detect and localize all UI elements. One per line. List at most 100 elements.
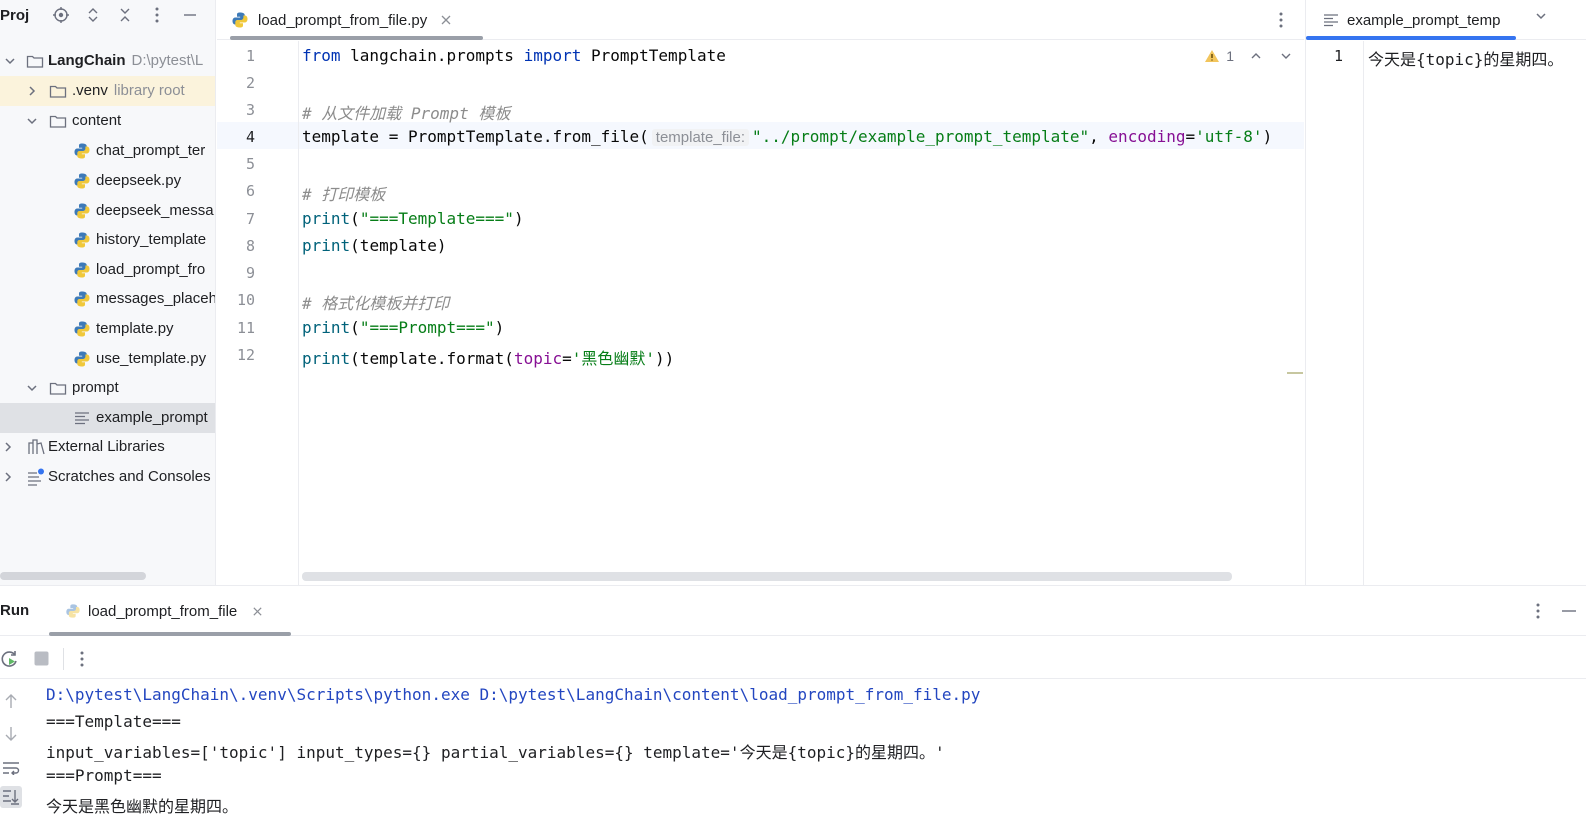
tree-item-file[interactable]: template.py xyxy=(0,314,215,344)
chevron-down-icon[interactable] xyxy=(25,114,39,128)
line-number: 8 xyxy=(245,237,255,255)
more-options-icon[interactable] xyxy=(147,5,167,25)
close-icon[interactable] xyxy=(252,606,263,617)
console-output-line[interactable]: D:\pytest\LangChain\.venv\Scripts\python… xyxy=(46,685,980,704)
python-file-icon xyxy=(74,143,90,159)
run-more-icon[interactable] xyxy=(1536,603,1540,623)
chevron-right-icon[interactable] xyxy=(1,440,15,454)
soft-wrap-icon[interactable] xyxy=(0,757,22,779)
tree-item-venv[interactable]: .venv library root xyxy=(0,76,215,106)
chevron-down-icon[interactable] xyxy=(1280,50,1292,62)
console-output-line: 今天是黑色幽默的星期四。 xyxy=(46,797,239,816)
project-horizontal-scrollbar[interactable] xyxy=(0,572,146,580)
python-file-icon xyxy=(232,12,248,28)
tree-label: load_prompt_fro xyxy=(96,261,206,278)
tree-label: content xyxy=(72,112,122,129)
tree-label: External Libraries xyxy=(48,438,165,455)
collapse-all-icon[interactable] xyxy=(115,5,135,25)
more-icon[interactable] xyxy=(80,651,84,667)
console-output-line: ===Template=== xyxy=(46,712,181,731)
console-output-line: ===Prompt=== xyxy=(46,766,162,785)
project-header: Proj xyxy=(0,0,215,32)
inspection-widget[interactable]: 1 xyxy=(1204,48,1292,64)
locate-icon[interactable] xyxy=(51,5,71,25)
tree-label: template.py xyxy=(96,320,174,337)
chevron-right-icon[interactable] xyxy=(1,470,15,484)
tree-item-file[interactable]: load_prompt_fro xyxy=(0,255,215,285)
expand-all-icon[interactable] xyxy=(83,5,103,25)
chevron-down-icon[interactable] xyxy=(25,381,39,395)
tree-item-file[interactable]: messages_placeh xyxy=(0,284,216,314)
tree-item-content[interactable]: content xyxy=(0,106,215,136)
code-line[interactable]: print(template) xyxy=(302,236,447,255)
chevron-right-icon[interactable] xyxy=(25,84,39,98)
python-file-icon xyxy=(74,321,90,337)
text-file-icon xyxy=(75,412,89,425)
tree-item-example-prompt[interactable]: example_prompt xyxy=(0,403,215,433)
editor: load_prompt_from_file.py 1 2 3 4 5 6 7 8… xyxy=(217,0,1304,585)
tab-load-prompt-from-file[interactable]: load_prompt_from_file.py xyxy=(231,0,452,40)
line-number: 12 xyxy=(236,346,255,364)
warning-icon xyxy=(1205,50,1220,62)
tree-item-external-libraries[interactable]: External Libraries xyxy=(0,432,215,462)
code-line[interactable]: template = PromptTemplate.from_file(temp… xyxy=(302,127,1272,146)
scroll-down-icon[interactable] xyxy=(0,723,22,745)
tree-label: prompt xyxy=(72,379,119,396)
line-number: 2 xyxy=(245,74,255,92)
minimize-icon[interactable] xyxy=(1562,610,1576,612)
code-line[interactable]: print("===Prompt===") xyxy=(302,318,504,337)
tree-label: chat_prompt_ter xyxy=(96,142,206,159)
editor-horizontal-scrollbar[interactable] xyxy=(302,572,1232,581)
stop-icon[interactable] xyxy=(34,651,49,666)
tree-item-file[interactable]: chat_prompt_ter xyxy=(0,136,215,166)
code-line[interactable]: print(template.format(topic='黑色幽默')) xyxy=(302,345,674,369)
tree-item-scratches[interactable]: Scratches and Consoles xyxy=(0,462,215,492)
line-number: 5 xyxy=(245,155,255,173)
console-output-line: input_variables=['topic'] input_types={}… xyxy=(46,743,945,762)
error-stripe-marker[interactable] xyxy=(1287,372,1303,374)
editor-more-icon[interactable] xyxy=(1279,12,1283,32)
code-comment[interactable]: # 从文件加载 Prompt 模板 xyxy=(302,100,510,124)
python-file-icon xyxy=(74,232,90,248)
line-number-gutter: 1 2 3 4 5 6 7 8 9 10 11 12 xyxy=(217,41,299,585)
tree-label: deepseek.py xyxy=(96,172,182,189)
close-icon[interactable] xyxy=(440,14,452,26)
code-comment[interactable]: # 格式化模板并打印 xyxy=(302,290,449,314)
tree-label: messages_placeh xyxy=(96,290,216,307)
scroll-up-icon[interactable] xyxy=(0,690,22,712)
line-number: 10 xyxy=(236,291,255,309)
chevron-up-icon[interactable] xyxy=(1250,50,1262,62)
project-panel: Proj LangChain D:\pytest\L .venv library r… xyxy=(0,0,216,585)
line-number: 4 xyxy=(245,128,255,146)
tree-item-prompt[interactable]: prompt xyxy=(0,373,215,403)
chevron-down-icon[interactable] xyxy=(1534,9,1548,23)
split-editor: example_prompt_temp 1 今天是{topic}的星期四。 xyxy=(1305,0,1586,585)
tree-item-file[interactable]: history_template xyxy=(0,225,215,255)
run-toolbar xyxy=(0,637,1586,679)
chevron-down-icon[interactable] xyxy=(3,54,17,68)
rerun-icon[interactable] xyxy=(0,649,20,669)
tree-item-file[interactable]: deepseek.py xyxy=(0,166,215,196)
python-file-icon xyxy=(74,351,90,367)
folder-icon xyxy=(49,382,67,395)
parameter-hint: template_file: xyxy=(651,129,749,146)
scratches-icon xyxy=(28,468,44,486)
tree-item-file[interactable]: deepseek_messa xyxy=(0,196,215,226)
tree-item-file[interactable]: use_template.py xyxy=(0,344,215,374)
line-number: 1 xyxy=(245,47,255,65)
minimize-icon[interactable] xyxy=(180,5,200,25)
tab-example-prompt-template[interactable]: example_prompt_temp xyxy=(1323,0,1500,40)
tab-label: load_prompt_from_file xyxy=(88,602,238,620)
code-line[interactable]: from langchain.prompts import PromptTemp… xyxy=(302,46,726,65)
python-file-icon xyxy=(74,262,90,278)
scroll-to-end-icon[interactable] xyxy=(0,786,22,808)
code-comment[interactable]: # 打印模板 xyxy=(302,181,385,205)
code-line[interactable]: print("===Template===") xyxy=(302,209,524,228)
tree-label: example_prompt xyxy=(96,409,208,426)
tree-label: LangChain D:\pytest\L xyxy=(48,52,204,69)
template-content[interactable]: 今天是{topic}的星期四。 xyxy=(1368,46,1563,70)
project-title[interactable]: Proj xyxy=(0,7,29,24)
editor-tab-bar: load_prompt_from_file.py xyxy=(217,0,1304,40)
tree-item-langchain[interactable]: LangChain D:\pytest\L xyxy=(0,46,215,76)
run-tab[interactable]: load_prompt_from_file xyxy=(65,591,263,631)
